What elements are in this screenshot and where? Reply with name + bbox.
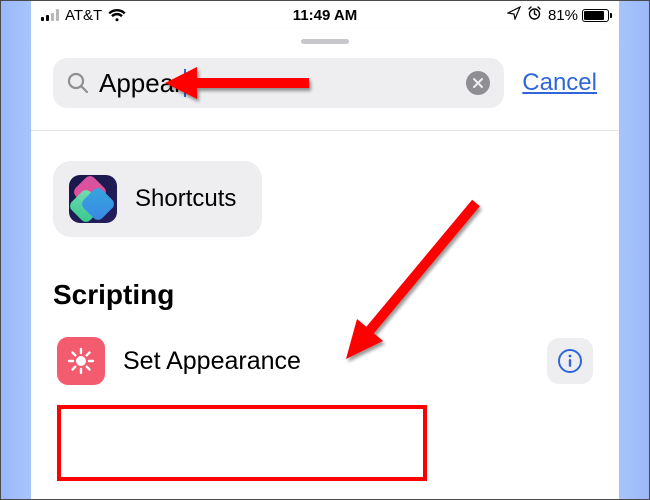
search-sheet: Appear Cancel Shortcuts Scripting (31, 29, 619, 499)
cellular-signal-icon (41, 9, 59, 21)
search-input[interactable]: Appear (53, 58, 504, 108)
search-icon (67, 72, 89, 94)
clear-icon[interactable] (466, 71, 490, 95)
carrier-label: AT&T (65, 7, 102, 24)
clock: 11:49 AM (293, 7, 357, 24)
search-input-value: Appear (99, 68, 456, 99)
results: Shortcuts Scripting (53, 131, 597, 393)
phone-frame: AT&T 11:49 AM 81% (31, 1, 619, 499)
search-text-value: Appear (99, 68, 183, 99)
wifi-icon (108, 8, 126, 22)
shortcuts-app-icon (69, 175, 117, 223)
battery-percent: 81% (548, 7, 578, 24)
info-button[interactable] (547, 338, 593, 384)
app-suggestion-label: Shortcuts (135, 185, 236, 213)
sheet-grabber[interactable] (301, 39, 349, 44)
section-title-scripting: Scripting (53, 279, 597, 311)
search-row: Appear Cancel (53, 58, 597, 108)
status-bar: AT&T 11:49 AM 81% (31, 1, 619, 29)
action-set-appearance[interactable]: Set Appearance (53, 329, 597, 393)
status-left: AT&T (41, 7, 126, 24)
battery-indicator: 81% (548, 7, 609, 24)
battery-icon (582, 9, 609, 22)
brightness-icon (57, 337, 105, 385)
status-right: 81% (507, 6, 609, 24)
alarm-icon (527, 6, 542, 24)
location-icon (507, 6, 521, 24)
app-suggestion-shortcuts[interactable]: Shortcuts (53, 161, 262, 237)
action-label: Set Appearance (123, 347, 529, 376)
cancel-button[interactable]: Cancel (522, 69, 597, 97)
text-caret (184, 69, 186, 97)
